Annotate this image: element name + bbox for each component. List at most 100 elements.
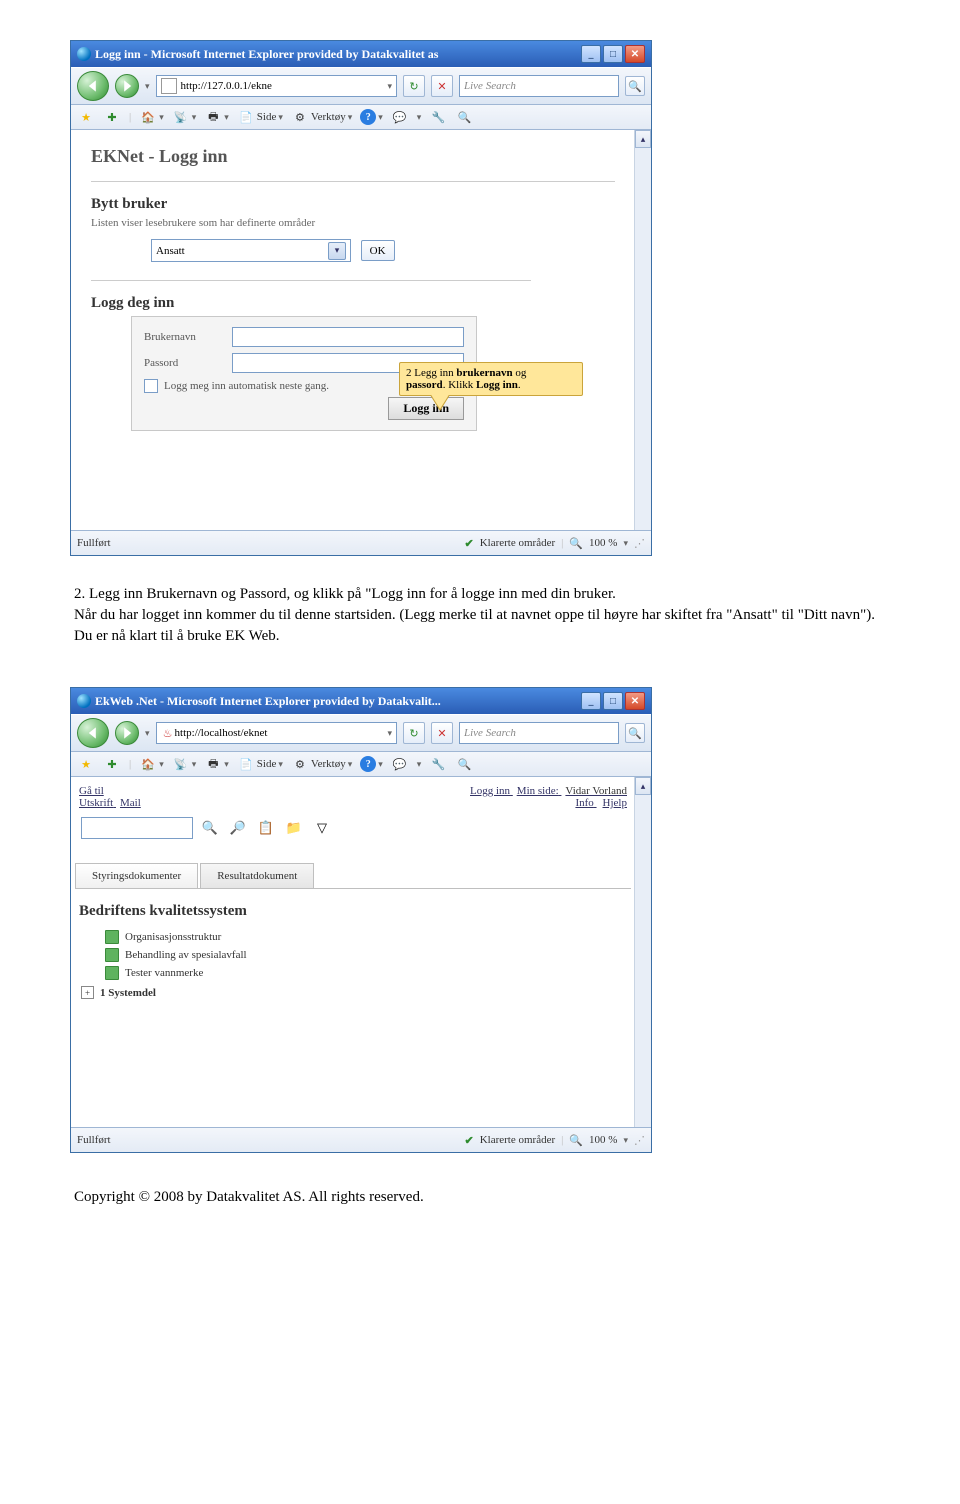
addon-icon-1[interactable]: 🔧 [429, 108, 447, 126]
page-menu[interactable]: 📄Side▾ [237, 755, 283, 773]
username-input[interactable] [232, 327, 464, 347]
address-bar[interactable]: ♨ http://localhost/eknet ▾ [156, 722, 397, 744]
feeds-button[interactable]: 📡▾ [172, 755, 197, 773]
scrollbar[interactable]: ▴ [634, 777, 651, 1127]
select-value: Ansatt [156, 245, 185, 257]
scrollbar[interactable]: ▴ [634, 130, 651, 530]
chevron-down-icon: ▾ [328, 242, 346, 260]
back-button[interactable] [77, 71, 109, 101]
tab-styringsdokumenter[interactable]: Styringsdokumenter [75, 863, 198, 888]
zoom-value: 100 % [589, 537, 617, 549]
search-box[interactable]: Live Search [459, 75, 619, 97]
maximize-button[interactable]: □ [603, 692, 623, 710]
scroll-up-icon[interactable]: ▴ [635, 777, 651, 795]
user-name: Vidar Vorland [565, 785, 627, 797]
zoom-dropdown-icon[interactable]: ▾ [623, 1135, 628, 1146]
zoom-icon[interactable]: 🔍 [569, 1134, 583, 1147]
url-text: http://127.0.0.1/ekne [181, 80, 272, 92]
tree-branch[interactable]: + 1 Systemdel [81, 986, 627, 999]
close-button[interactable]: ✕ [625, 692, 645, 710]
tree-label: Behandling av spesialavfall [125, 949, 247, 961]
nav-mypage-link[interactable]: Min side: [517, 785, 559, 797]
address-dropdown-icon[interactable]: ▾ [387, 81, 392, 92]
ok-button[interactable]: OK [361, 240, 395, 261]
zone-text: Klarerte områder [480, 537, 555, 549]
advanced-search-icon[interactable]: 🔎 [227, 817, 249, 839]
nav-mail[interactable]: Mail [120, 797, 141, 809]
tools-menu[interactable]: ⚙Verktøy▾ [291, 755, 352, 773]
callout-b1: brukernavn [456, 367, 512, 379]
command-toolbar: ★ ✚ | 🏠▾ 📡▾ 🖶▾ 📄Side▾ ⚙Verktøy▾ ?▾ 💬 ▾ 🔧… [71, 105, 651, 130]
status-bar: Fullført ✔ Klarerte områder | 🔍 100 % ▾ … [71, 530, 651, 555]
page-icon [161, 78, 177, 94]
refresh-button[interactable]: ↻ [403, 75, 425, 97]
forward-button[interactable] [115, 721, 139, 745]
help-button[interactable]: ?▾ [360, 756, 383, 772]
tools-label: Verktøy [311, 758, 346, 770]
nav-history-dropdown[interactable]: ▾ [145, 728, 150, 739]
messenger-icon[interactable]: 💬 [391, 108, 409, 126]
expand-icon[interactable]: + [81, 986, 94, 999]
zoom-folder-icon[interactable]: 📁 [283, 817, 305, 839]
addon-icon-2[interactable]: 🔍 [455, 108, 473, 126]
print-button[interactable]: 🖶▾ [204, 755, 229, 773]
user-select[interactable]: Ansatt ▾ [151, 239, 351, 262]
tree-item[interactable]: Behandling av spesialavfall [105, 948, 627, 962]
callout-b2: passord [406, 379, 443, 391]
page-menu[interactable]: 📄Side▾ [237, 108, 283, 126]
nav-info[interactable]: Info [575, 797, 593, 809]
nav-goto[interactable]: Gå til [79, 785, 104, 797]
search-icon[interactable]: 🔍 [199, 817, 221, 839]
feeds-button[interactable]: 📡▾ [172, 108, 197, 126]
tab-resultatdokument[interactable]: Resultatdokument [200, 863, 314, 888]
remember-checkbox[interactable] [144, 379, 158, 393]
minimize-button[interactable]: _ [581, 45, 601, 63]
search-box[interactable]: Live Search [459, 722, 619, 744]
maximize-button[interactable]: □ [603, 45, 623, 63]
window-title: Logg inn - Microsoft Internet Explorer p… [95, 47, 438, 62]
print-button[interactable]: 🖶▾ [204, 108, 229, 126]
home-button[interactable]: 🏠▾ [139, 755, 164, 773]
status-text: Fullført [77, 537, 111, 549]
nav-print[interactable]: Utskrift [79, 797, 113, 809]
login-button[interactable]: Logg inn [388, 397, 464, 420]
site-icon: ♨ [161, 724, 175, 742]
doc-icon [105, 966, 119, 980]
nav-help[interactable]: Hjelp [603, 797, 627, 809]
favorites-star-icon[interactable]: ★ [77, 108, 95, 126]
filter-icon[interactable]: ▽ [311, 817, 333, 839]
help-button[interactable]: ?▾ [360, 109, 383, 125]
stop-button[interactable]: ✕ [431, 75, 453, 97]
zoom-dropdown-icon[interactable]: ▾ [623, 538, 628, 549]
app-search-input[interactable] [81, 817, 193, 839]
addon-icon-2[interactable]: 🔍 [455, 755, 473, 773]
address-dropdown-icon[interactable]: ▾ [387, 728, 392, 739]
zoom-icon[interactable]: 🔍 [569, 537, 583, 550]
addon-icon-1[interactable]: 🔧 [429, 755, 447, 773]
stop-button[interactable]: ✕ [431, 722, 453, 744]
search-button[interactable]: 🔍 [625, 723, 645, 743]
home-button[interactable]: 🏠▾ [139, 108, 164, 126]
tree-item[interactable]: Tester vannmerke [105, 966, 627, 980]
add-favorite-icon[interactable]: ✚ [103, 755, 121, 773]
tools-menu[interactable]: ⚙Verktøy▾ [291, 108, 352, 126]
nav-login-link[interactable]: Logg inn [470, 785, 510, 797]
scroll-up-icon[interactable]: ▴ [635, 130, 651, 148]
page-label: Side [257, 111, 277, 123]
address-bar[interactable]: http://127.0.0.1/ekne ▾ [156, 75, 397, 97]
back-button[interactable] [77, 718, 109, 748]
close-button[interactable]: ✕ [625, 45, 645, 63]
list-icon[interactable]: 📋 [255, 817, 277, 839]
favorites-star-icon[interactable]: ★ [77, 755, 95, 773]
tree-item[interactable]: Organisasjonsstruktur [105, 930, 627, 944]
forward-button[interactable] [115, 74, 139, 98]
messenger-icon[interactable]: 💬 [391, 755, 409, 773]
minimize-button[interactable]: _ [581, 692, 601, 710]
home-icon: 🏠 [139, 755, 157, 773]
branch-label: 1 Systemdel [100, 987, 156, 999]
nav-history-dropdown[interactable]: ▾ [145, 81, 150, 92]
refresh-button[interactable]: ↻ [403, 722, 425, 744]
print-icon: 🖶 [204, 755, 222, 773]
add-favorite-icon[interactable]: ✚ [103, 108, 121, 126]
search-button[interactable]: 🔍 [625, 76, 645, 96]
